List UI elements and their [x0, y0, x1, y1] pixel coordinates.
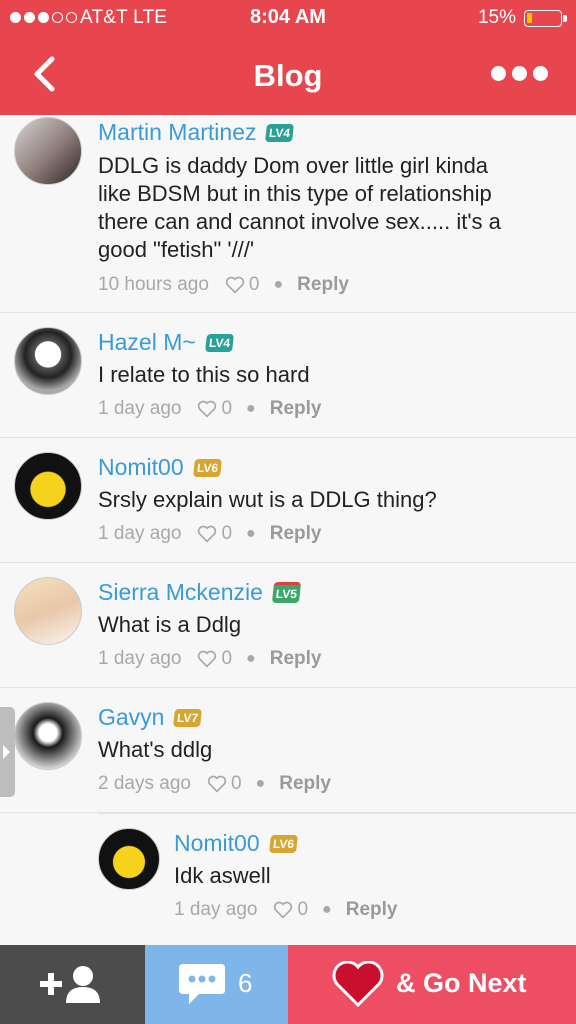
side-drawer-handle[interactable] [0, 707, 15, 797]
more-dots-icon[interactable] [491, 66, 548, 81]
comment-list[interactable]: Martin Martinez LV4 DDLG is daddy Dom ov… [0, 115, 576, 945]
status-bar: AT&T LTE 8:04 AM 15% [0, 0, 576, 38]
comment-text: Srsly explain wut is a DDLG thing? [98, 487, 437, 512]
level-badge: LV4 [204, 333, 234, 352]
comments-button[interactable]: 6 [145, 945, 288, 1024]
comment-item: Gavyn LV7 What's ddlg 2 days ago 0 ● Rep… [0, 688, 576, 813]
comment-author[interactable]: Martin Martinez [98, 119, 256, 146]
comment-text: DDLG is daddy Dom over little girl kinda… [98, 153, 501, 262]
comment-author[interactable]: Hazel M~ [98, 329, 196, 356]
avatar[interactable] [98, 828, 160, 890]
like-count: 0 [221, 523, 233, 544]
battery-percent: 15% [477, 7, 516, 28]
comment-author[interactable]: Sierra Mckenzie [98, 579, 263, 606]
nested-reply-item: Nomit00 LV6 Idk aswell 1 day ago 0 ● Rep… [98, 813, 576, 945]
avatar[interactable] [14, 577, 82, 645]
comment-time: 1 day ago [174, 899, 258, 920]
like-count: 0 [248, 274, 260, 295]
comment-item: Sierra Mckenzie LV5 What is a Ddlg 1 day… [0, 563, 576, 688]
like-count: 0 [230, 773, 242, 794]
comment-text: I relate to this so hard [98, 362, 310, 387]
heart-outline-icon[interactable] [197, 400, 217, 418]
like-count: 0 [221, 398, 233, 419]
comment-meta: 2 days ago 0 ● Reply [98, 773, 331, 795]
heart-outline-icon[interactable] [197, 525, 217, 543]
heart-outline-icon[interactable] [197, 650, 217, 668]
comment-author[interactable]: Nomit00 [174, 830, 260, 857]
avatar[interactable] [14, 702, 82, 770]
reply-button[interactable]: Reply [346, 899, 398, 921]
reply-button[interactable]: Reply [270, 523, 322, 545]
comment-time: 2 days ago [98, 773, 191, 794]
comment-meta: 1 day ago 0 ● Reply [98, 398, 322, 420]
follow-button[interactable] [0, 945, 145, 1024]
level-badge: LV6 [268, 834, 298, 853]
comment-meta: 1 day ago 0 ● Reply [98, 523, 322, 545]
heart-outline-icon[interactable] [225, 276, 245, 294]
level-badge: LV4 [265, 123, 295, 142]
comment-meta: 1 day ago 0 ● Reply [174, 899, 398, 921]
comment-bubble-icon [179, 964, 225, 1004]
comment-time: 10 hours ago [98, 274, 209, 295]
reply-button[interactable]: Reply [279, 773, 331, 795]
level-badge: LV6 [192, 458, 222, 477]
comment-item: Martin Martinez LV4 DDLG is daddy Dom ov… [0, 115, 576, 313]
comment-text: What is a Ddlg [98, 612, 242, 637]
comment-time: 1 day ago [98, 523, 182, 544]
comment-count: 6 [238, 968, 253, 998]
reply-button[interactable]: Reply [297, 274, 349, 296]
reply-button[interactable]: Reply [270, 398, 322, 420]
comment-author[interactable]: Nomit00 [98, 454, 184, 481]
bottom-action-bar: 6 & Go Next [0, 945, 576, 1024]
heart-outline-icon[interactable] [207, 775, 227, 793]
comment-text: Idk aswell [174, 863, 271, 888]
level-badge: LV7 [173, 708, 203, 727]
top-bar: AT&T LTE 8:04 AM 15% Blog [0, 0, 576, 115]
comment-item: Hazel M~ LV4 I relate to this so hard 1 … [0, 313, 576, 438]
like-and-next-button[interactable]: & Go Next [288, 945, 576, 1024]
comment-meta: 1 day ago 0 ● Reply [98, 648, 322, 670]
comment-author[interactable]: Gavyn [98, 704, 164, 731]
avatar[interactable] [14, 117, 82, 185]
reply-button[interactable]: Reply [270, 648, 322, 670]
comment-text: What's ddlg [98, 737, 213, 762]
comment-time: 1 day ago [98, 398, 182, 419]
like-count: 0 [221, 648, 233, 669]
go-next-label: & Go Next [396, 968, 527, 998]
avatar[interactable] [14, 327, 82, 395]
heart-outline-icon[interactable] [273, 901, 293, 919]
like-count: 0 [297, 899, 309, 920]
comment-meta: 10 hours ago 0 ● Reply [98, 274, 349, 296]
add-user-icon [40, 966, 100, 1003]
comment-time: 1 day ago [98, 648, 182, 669]
level-badge: LV5 [271, 582, 302, 603]
heart-icon [332, 961, 384, 1007]
battery-icon [524, 10, 562, 27]
page-title: Blog [253, 58, 323, 93]
avatar[interactable] [14, 452, 82, 520]
comment-item: Nomit00 LV6 Srsly explain wut is a DDLG … [0, 438, 576, 563]
